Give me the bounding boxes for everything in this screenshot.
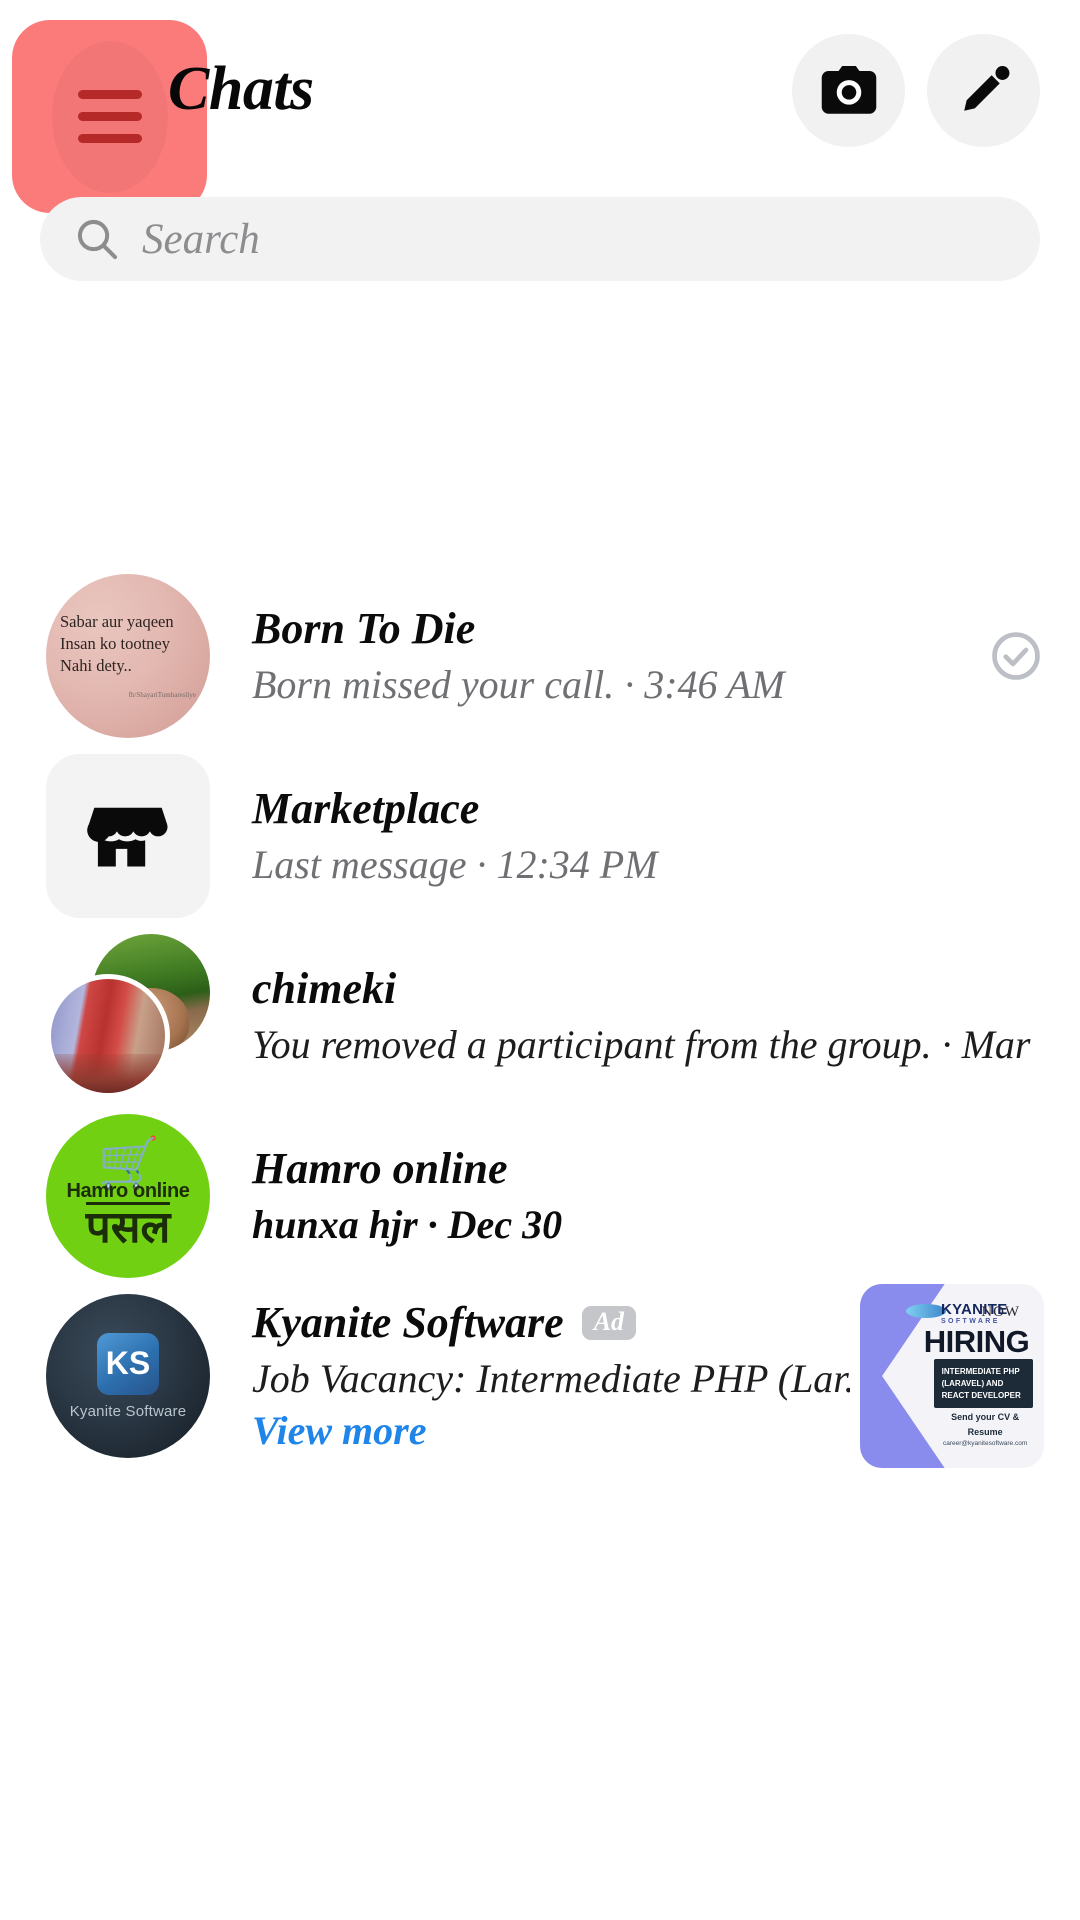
- chat-row-body: Marketplace Last message · 12:34 PM: [210, 784, 1044, 887]
- ad-thumb-cta-text: Send your CV & Resume: [951, 1412, 1020, 1437]
- chat-row-body: Hamro online hunxa hjr · Dec 30: [210, 1144, 1044, 1247]
- chat-preview-separator: ·: [941, 1021, 952, 1067]
- chat-preview-text: Born missed your call.: [252, 661, 615, 707]
- avatar: KS Kyanite Software: [46, 1294, 210, 1458]
- marketplace-store-icon: [46, 754, 210, 918]
- avatar: [46, 754, 210, 918]
- chat-row-hamro-online[interactable]: 🛒 Hamro online पसल Hamro online hunxa hj…: [0, 1106, 1080, 1286]
- camera-button[interactable]: [792, 34, 905, 147]
- chat-timestamp: 12:34 PM: [496, 841, 658, 887]
- chat-list: Sabar aur yaqeen Insan ko tootney Nahi d…: [0, 566, 1080, 1468]
- chat-preview-text: Last message: [252, 841, 467, 887]
- chat-preview: You removed a participant from the group…: [252, 1022, 1034, 1068]
- chat-preview-text: hunxa hjr: [252, 1201, 418, 1247]
- ad-thumbnail-slot[interactable]: KYANITE SOFTWARE NOW HIRING INTERMEDIATE…: [860, 1284, 1044, 1468]
- chat-name: Born To Die: [252, 604, 476, 654]
- avatar-quote-credit: fb/ShayariTumharesliye: [128, 691, 196, 700]
- chat-row-kyanite-software-ad[interactable]: KS Kyanite Software Kyanite Software Ad …: [0, 1284, 1080, 1468]
- chat-preview: Born missed your call. · 3:46 AM: [252, 662, 978, 708]
- avatar-quote-line-1: Sabar aur yaqeen: [60, 612, 174, 632]
- chat-preview-separator: ·: [427, 1201, 438, 1247]
- camera-icon: [820, 65, 878, 116]
- header-actions: [792, 34, 1040, 147]
- logo-text-line-1: Hamro online: [66, 1179, 190, 1202]
- search-bar[interactable]: [40, 197, 1040, 281]
- group-avatar-photo-2: [46, 974, 170, 1098]
- chat-name-row: Kyanite Software Ad: [252, 1298, 850, 1347]
- ad-thumb-tagline: INTERMEDIATE PHP (LARAVEL) AND REACT DEV…: [933, 1359, 1033, 1409]
- group-avatar: [46, 934, 210, 1098]
- chat-preview-separator: ·: [624, 661, 635, 707]
- ad-headline: Job Vacancy: Intermediate PHP (Lar...: [252, 1355, 850, 1401]
- check-circle-icon: [988, 628, 1044, 684]
- ad-thumbnail-image[interactable]: KYANITE SOFTWARE NOW HIRING INTERMEDIATE…: [860, 1284, 1044, 1468]
- page-title: Chats: [168, 55, 314, 123]
- kyanite-logo: KS Kyanite Software: [46, 1294, 210, 1458]
- search-input[interactable]: [142, 214, 1006, 264]
- chat-row-body: Kyanite Software Ad Job Vacancy: Interme…: [210, 1298, 860, 1453]
- view-more-link[interactable]: View more: [252, 1408, 850, 1454]
- ad-thumb-hiring: HIRING: [923, 1324, 1030, 1360]
- new-message-button[interactable]: [927, 34, 1040, 147]
- avatar: [46, 934, 210, 1098]
- chat-name: Kyanite Software: [252, 1298, 564, 1348]
- chat-preview-text: You removed a participant from the group…: [252, 1021, 932, 1067]
- hamburger-menu-icon: [77, 90, 142, 143]
- chat-row-marketplace[interactable]: Marketplace Last message · 12:34 PM: [0, 746, 1080, 926]
- kyanite-logo-mark: KS: [97, 1332, 159, 1395]
- chat-preview: Last message · 12:34 PM: [252, 842, 1034, 888]
- chat-timestamp: Mar 10: [961, 1021, 1034, 1067]
- avatar-quote-line-3: Nahi dety..: [60, 656, 132, 676]
- chat-name: Marketplace: [252, 784, 480, 834]
- chat-row-status: [988, 628, 1044, 684]
- chat-row-body: chimeki You removed a participant from t…: [210, 964, 1044, 1067]
- avatar: 🛒 Hamro online पसल: [46, 1114, 210, 1278]
- ad-badge: Ad: [581, 1305, 637, 1340]
- pencil-edit-icon: [957, 64, 1011, 118]
- chat-timestamp: Dec 30: [447, 1201, 563, 1247]
- app-header: Chats: [0, 0, 1080, 213]
- kyanite-logo-name: Kyanite Software: [69, 1402, 187, 1420]
- chat-name: Hamro online: [252, 1144, 508, 1194]
- avatar: Sabar aur yaqeen Insan ko tootney Nahi d…: [46, 574, 210, 738]
- chat-preview: hunxa hjr · Dec 30: [252, 1202, 1034, 1248]
- chat-preview-separator: ·: [476, 841, 487, 887]
- ad-thumb-cta: Send your CV & Resume career@kyanitesoft…: [937, 1410, 1033, 1449]
- avatar-image-quote: Sabar aur yaqeen Insan ko tootney Nahi d…: [46, 574, 210, 738]
- hamro-online-logo: 🛒 Hamro online पसल: [46, 1114, 210, 1278]
- ad-thumb-cta-sub: career@kyanitesoftware.com: [942, 1440, 1028, 1448]
- logo-text-line-2: पसल: [85, 1201, 171, 1252]
- ad-thumb-now: NOW: [981, 1304, 1021, 1321]
- chat-name: chimeki: [252, 964, 397, 1014]
- chat-timestamp: 3:46 AM: [644, 661, 785, 707]
- search-icon: [74, 216, 120, 262]
- chat-row-born-to-die[interactable]: Sabar aur yaqeen Insan ko tootney Nahi d…: [0, 566, 1080, 746]
- chat-row-chimeki[interactable]: chimeki You removed a participant from t…: [0, 926, 1080, 1106]
- chat-row-body: Born To Die Born missed your call. · 3:4…: [210, 604, 988, 707]
- shopping-cart-icon: 🛒: [97, 1134, 160, 1191]
- avatar-quote-line-2: Insan ko tootney: [60, 634, 170, 654]
